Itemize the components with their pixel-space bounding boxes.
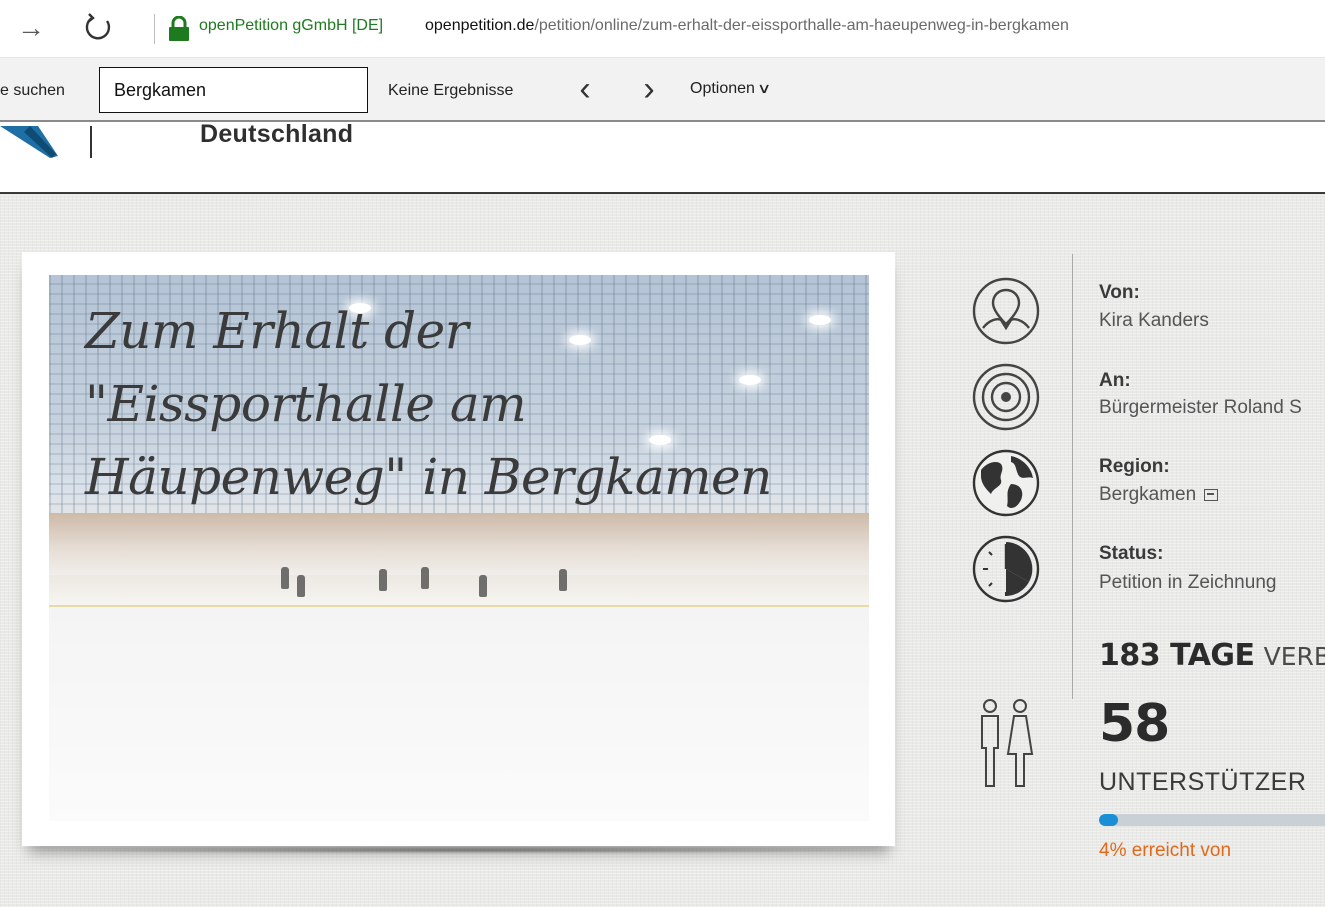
chevron-right-icon[interactable]: › <box>630 72 668 108</box>
photo-player <box>281 567 289 589</box>
forward-arrow-icon[interactable]: → <box>14 10 48 46</box>
photo-ice-line <box>49 605 869 607</box>
clock-icon <box>972 535 1040 603</box>
site-identity[interactable]: openPetition gGmbH [DE] <box>199 17 383 35</box>
find-options-label: Optionen <box>690 80 755 97</box>
days-remaining: 183 TAGE VERBLE <box>1099 638 1325 673</box>
lock-icon[interactable] <box>168 16 190 42</box>
photo-player <box>559 569 567 591</box>
from-label: Von: <box>1099 282 1140 303</box>
person-pin-icon <box>972 277 1040 345</box>
supporters-label: UNTERSTÜTZER <box>1099 768 1307 796</box>
site-header: Deutschland <box>0 120 1325 194</box>
status-value: Petition in Zeichnung <box>1099 572 1277 593</box>
petition-main: Zum Erhalt der "Eissporthalle am Häupenw… <box>0 194 1325 907</box>
browser-address-bar: → openPetition gGmbH [DE] openpetition.d… <box>0 0 1325 58</box>
progress-text: 4% erreicht von <box>1099 840 1232 861</box>
petition-title: Zum Erhalt der "Eissporthalle am Häupenw… <box>85 295 845 514</box>
petition-title-line: Zum Erhalt der <box>85 302 469 360</box>
petition-image-card: Zum Erhalt der "Eissporthalle am Häupenw… <box>22 252 895 846</box>
petition-image[interactable]: Zum Erhalt der "Eissporthalle am Häupenw… <box>49 275 869 821</box>
site-subtitle: Deutschland <box>200 120 354 148</box>
site-logo[interactable] <box>0 122 70 162</box>
region-value: Bergkamen <box>1099 484 1219 506</box>
url-field[interactable]: openpetition.de/petition/online/zum-erha… <box>425 17 1069 35</box>
progress-bar <box>1099 814 1325 826</box>
chevron-left-icon[interactable]: ‹ <box>566 72 604 108</box>
chevron-down-icon: ∨ <box>756 80 772 96</box>
reload-icon[interactable] <box>82 12 114 44</box>
url-domain: openpetition.de <box>425 17 535 34</box>
target-icon <box>972 363 1040 431</box>
status-label: Status: <box>1099 543 1164 564</box>
info-divider <box>1072 254 1073 699</box>
region-label: Region: <box>1099 456 1170 477</box>
photo-player <box>297 575 305 597</box>
progress-bar-fill <box>1099 814 1119 826</box>
photo-rink-board <box>49 575 869 605</box>
from-value: Kira Kanders <box>1099 310 1209 331</box>
find-bar: e suchen Keine Ergebnisse ‹ › Optionen∨ <box>0 58 1325 122</box>
address-separator <box>154 14 155 44</box>
to-value: Bürgermeister Roland S <box>1099 397 1302 418</box>
days-remaining-text: VERBLE <box>1263 642 1325 671</box>
region-link[interactable]: Bergkamen <box>1099 484 1196 505</box>
petition-title-line: Häupenweg" in Bergkamen <box>85 448 772 506</box>
photo-player <box>421 567 429 589</box>
logo-divider <box>90 126 92 158</box>
photo-player <box>379 569 387 591</box>
photo-stands <box>49 513 869 573</box>
external-link-icon[interactable] <box>1204 488 1219 501</box>
photo-player <box>479 575 487 597</box>
find-options-button[interactable]: Optionen ∨ <box>690 80 772 98</box>
url-path: /petition/online/zum-erhalt-der-eissport… <box>534 17 1069 34</box>
find-result-count: Keine Ergebnisse <box>388 82 514 99</box>
find-label: e suchen <box>0 82 65 99</box>
supporters-icon <box>981 699 1034 787</box>
card-shadow <box>8 846 928 854</box>
days-remaining-number: 183 TAGE <box>1099 638 1255 673</box>
supporters-count: 58 <box>1099 694 1170 754</box>
petition-title-line: "Eissporthalle am <box>85 375 527 433</box>
to-label: An: <box>1099 370 1131 391</box>
globe-icon <box>972 449 1040 517</box>
find-input[interactable] <box>99 67 368 113</box>
